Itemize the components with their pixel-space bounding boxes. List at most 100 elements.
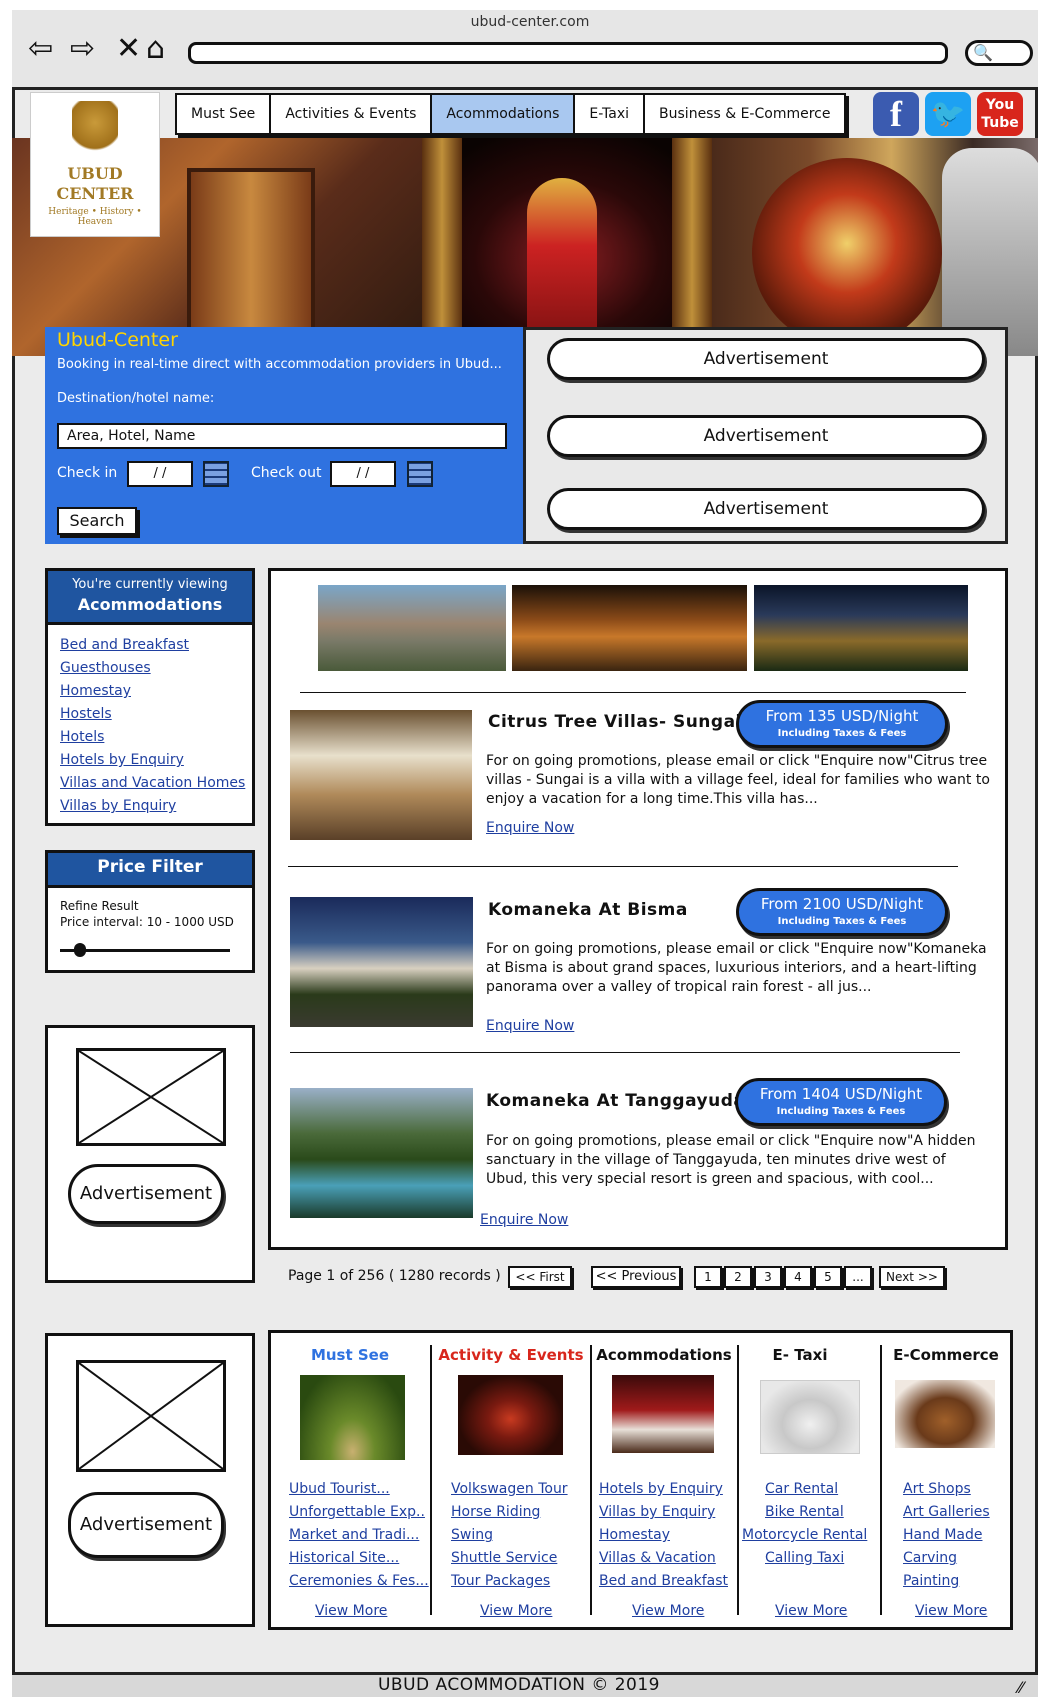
footer-link[interactable]: Shuttle Service (451, 1550, 557, 1566)
footer-link[interactable]: Historical Site... (289, 1550, 399, 1566)
footer-link[interactable]: Hand Made (903, 1527, 982, 1543)
view-more-link[interactable]: View More (915, 1603, 987, 1619)
footer-col-title-accommodations[interactable]: Acommodations (596, 1346, 732, 1364)
youtube-icon[interactable]: You Tube (977, 92, 1023, 136)
checkout-date-input[interactable]: / / (330, 461, 396, 487)
page-button-4[interactable]: 4 (784, 1266, 812, 1288)
footer-link[interactable]: Market and Tradi... (289, 1527, 419, 1543)
accommodation-image[interactable] (612, 1375, 714, 1453)
footer-link[interactable]: Calling Taxi (765, 1550, 844, 1566)
page-button-3[interactable]: 3 (754, 1266, 782, 1288)
nav-tab-activities-events[interactable]: Activities & Events (271, 95, 433, 133)
footer-link[interactable]: Carving (903, 1550, 957, 1566)
footer-link[interactable]: Unforgettable Exp.. (289, 1504, 425, 1520)
browser-search-box[interactable]: 🔍 (965, 40, 1033, 66)
ad-banner-2[interactable]: Advertisement (547, 415, 985, 457)
footer-col-title-must-see[interactable]: Must See (290, 1346, 410, 1364)
listing-image-2[interactable] (290, 897, 473, 1027)
category-link-homestay[interactable]: Homestay (60, 683, 131, 699)
view-more-link[interactable]: View More (632, 1603, 704, 1619)
enquire-now-link[interactable]: Enquire Now (480, 1212, 568, 1228)
site-logo[interactable]: UBUD CENTER Heritage • History • Heaven (30, 92, 160, 237)
category-link-bed-and-breakfast[interactable]: Bed and Breakfast (60, 637, 189, 653)
footer-link[interactable]: Ceremonies & Fes... (289, 1573, 429, 1589)
checkin-date-input[interactable]: / / (127, 461, 193, 487)
footer-link[interactable]: Homestay (599, 1527, 670, 1543)
twitter-icon[interactable]: 🐦 (925, 92, 971, 136)
close-icon[interactable]: ✕ (116, 34, 141, 64)
listing-title[interactable]: Komaneka At Bisma (488, 900, 688, 920)
footer-link[interactable]: Hotels by Enquiry (599, 1481, 723, 1497)
checkout-calendar-icon[interactable] (407, 461, 433, 487)
footer-col-title-e-taxi[interactable]: E- Taxi (745, 1346, 855, 1364)
footer-col-title-e-commerce[interactable]: E-Commerce (886, 1346, 1006, 1364)
listing-image-1[interactable] (290, 710, 472, 840)
footer-link[interactable]: Horse Riding (451, 1504, 540, 1520)
footer-link[interactable]: Swing (451, 1527, 493, 1543)
enquire-now-link[interactable]: Enquire Now (486, 820, 574, 836)
view-more-link[interactable]: View More (480, 1603, 552, 1619)
footer-link[interactable]: Tour Packages (451, 1573, 550, 1589)
gallery-image-3[interactable] (754, 585, 968, 671)
activity-image[interactable] (458, 1375, 563, 1455)
next-page-button[interactable]: Next >> (879, 1266, 945, 1288)
footer-link[interactable]: Villas by Enquiry (599, 1504, 715, 1520)
footer-link[interactable]: Painting (903, 1573, 959, 1589)
nav-tab-e-taxi[interactable]: E-Taxi (575, 95, 646, 133)
facebook-icon[interactable]: f (873, 92, 919, 136)
sidebar-ad-1-button[interactable]: Advertisement (68, 1164, 224, 1224)
footer-col-title-activity-events[interactable]: Activity & Events (438, 1346, 584, 1364)
resize-grip-icon[interactable]: ⁄⁄ (1018, 1678, 1023, 1697)
category-link-hotels-by-enquiry[interactable]: Hotels by Enquiry (60, 752, 184, 768)
must-see-image[interactable] (300, 1375, 405, 1460)
back-arrow-icon[interactable]: ⇦ (28, 34, 53, 64)
search-button[interactable]: Search (57, 507, 137, 535)
price-badge: From 135 USD/Night Including Taxes & Fee… (736, 700, 948, 748)
taxi-car-image[interactable] (760, 1380, 860, 1454)
destination-label: Destination/hotel name: (57, 391, 215, 406)
category-link-hotels[interactable]: Hotels (60, 729, 104, 745)
view-more-link[interactable]: View More (315, 1603, 387, 1619)
previous-page-button[interactable]: << Previous (591, 1266, 681, 1288)
footer-link[interactable]: Bed and Breakfast (599, 1573, 728, 1589)
category-link-guesthouses[interactable]: Guesthouses (60, 660, 151, 676)
price-value: From 1404 USD/Night (759, 1085, 923, 1103)
page-button-more[interactable]: ... (844, 1266, 872, 1288)
destination-input[interactable]: Area, Hotel, Name (57, 423, 507, 449)
checkin-calendar-icon[interactable] (203, 461, 229, 487)
page-button-1[interactable]: 1 (694, 1266, 722, 1288)
address-bar[interactable] (188, 42, 948, 64)
footer-link[interactable]: Art Galleries (903, 1504, 990, 1520)
nav-tab-must-see[interactable]: Must See (177, 95, 272, 133)
home-icon[interactable]: ⌂ (146, 34, 165, 64)
category-link-villas-by-enquiry[interactable]: Villas by Enquiry (60, 798, 176, 814)
page-button-2[interactable]: 2 (724, 1266, 752, 1288)
view-more-link[interactable]: View More (775, 1603, 847, 1619)
ad-banner-3[interactable]: Advertisement (547, 488, 985, 530)
page-button-5[interactable]: 5 (814, 1266, 842, 1288)
sidebar-ad-2-button[interactable]: Advertisement (68, 1492, 224, 1558)
logo-name-line2: CENTER (56, 184, 134, 203)
enquire-now-link[interactable]: Enquire Now (486, 1018, 574, 1034)
footer-link[interactable]: Volkswagen Tour (451, 1481, 568, 1497)
nav-tab-accommodations[interactable]: Acommodations (432, 95, 576, 133)
gallery-image-1[interactable] (318, 585, 506, 671)
footer-link[interactable]: Car Rental (765, 1481, 838, 1497)
footer-link[interactable]: Villas & Vacation (599, 1550, 716, 1566)
listing-image-3[interactable] (290, 1088, 473, 1218)
category-link-hostels[interactable]: Hostels (60, 706, 112, 722)
listing-title[interactable]: Komaneka At Tanggayuda (486, 1091, 745, 1111)
art-shop-image[interactable] (895, 1380, 995, 1448)
price-slider-handle[interactable] (73, 943, 86, 957)
ad-banner-1[interactable]: Advertisement (547, 338, 985, 380)
footer-link[interactable]: Ubud Tourist... (289, 1481, 390, 1497)
forward-arrow-icon[interactable]: ⇨ (70, 34, 95, 64)
gallery-image-2[interactable] (512, 585, 747, 671)
footer-link[interactable]: Motorcycle Rental (742, 1527, 867, 1543)
listing-title[interactable]: Citrus Tree Villas- Sungai (488, 712, 742, 732)
nav-tab-business-ecommerce[interactable]: Business & E-Commerce (645, 95, 844, 133)
footer-link[interactable]: Bike Rental (765, 1504, 844, 1520)
first-page-button[interactable]: << First (508, 1266, 572, 1288)
category-link-villas-vacation-homes[interactable]: Villas and Vacation Homes (60, 775, 245, 791)
footer-link[interactable]: Art Shops (903, 1481, 971, 1497)
